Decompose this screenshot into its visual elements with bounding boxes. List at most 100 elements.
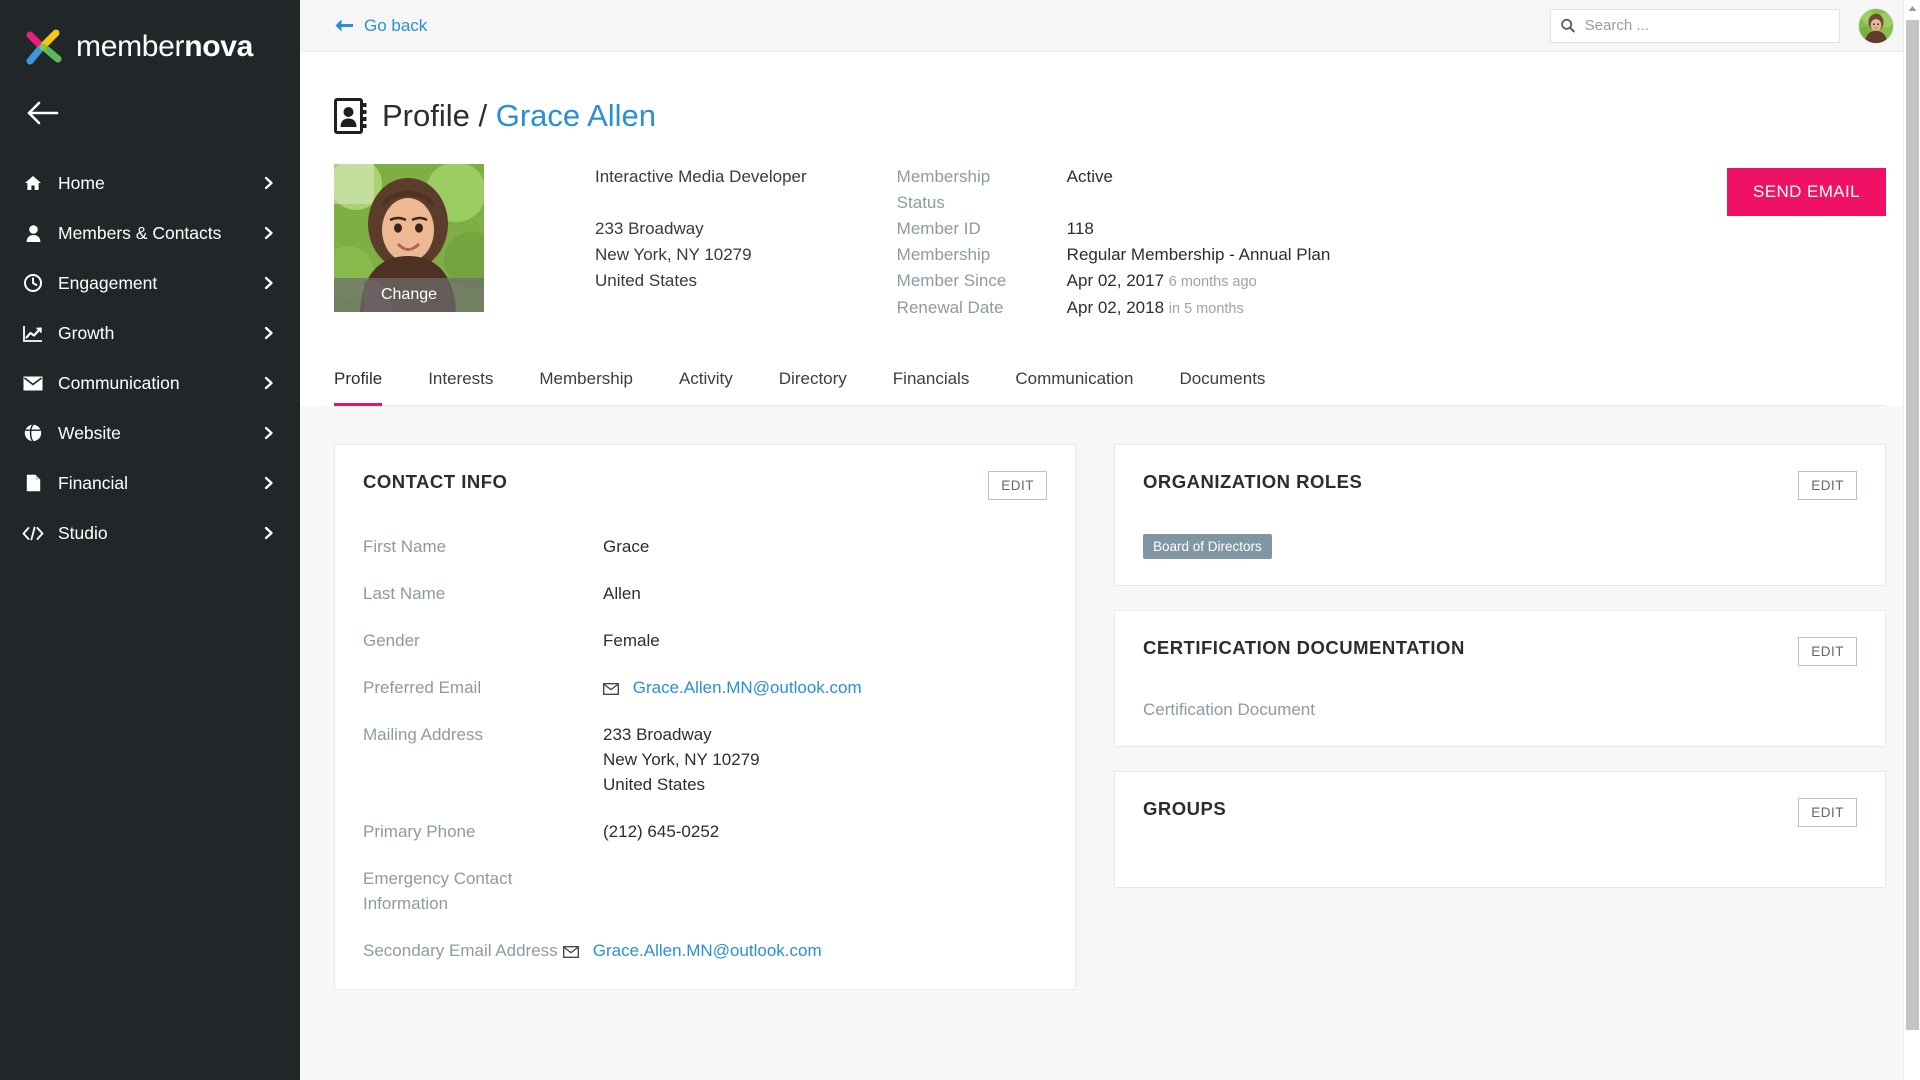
sidebar-item-growth[interactable]: Growth xyxy=(0,308,300,358)
field-secondary-email: Secondary Email Address Grace.Allen.MN@o… xyxy=(363,938,1047,963)
edit-groups-button[interactable]: EDIT xyxy=(1798,798,1857,827)
renewal-date-value: Apr 02, 2018 xyxy=(1066,298,1165,317)
field-value: Grace.Allen.MN@outlook.com xyxy=(603,675,862,700)
field-label: Secondary Email Address xyxy=(363,941,558,960)
sidebar-item-label: Studio xyxy=(58,522,108,543)
profile-photo[interactable]: Change xyxy=(334,164,484,312)
sidebar: membernova Home Members & Contacts Engag… xyxy=(0,0,300,1080)
brand-name-bold: nova xyxy=(184,30,254,63)
globe-icon xyxy=(20,423,46,443)
certification-body: Certification Document xyxy=(1115,666,1885,746)
sidebar-item-label: Growth xyxy=(58,322,115,343)
right-column: ORGANIZATION ROLES EDIT Board of Directo… xyxy=(1114,444,1886,1014)
groups-card: GROUPS EDIT xyxy=(1114,771,1886,888)
secondary-email-link[interactable]: Grace.Allen.MN@outlook.com xyxy=(593,941,822,960)
tab-activity[interactable]: Activity xyxy=(679,369,733,406)
member-since-note: 6 months ago xyxy=(1168,274,1257,290)
sidebar-collapse-button[interactable] xyxy=(0,72,300,144)
field-gender: Gender Female xyxy=(363,628,1047,653)
meta-key-membership-status: Membership Status xyxy=(896,167,991,212)
chevron-right-icon xyxy=(264,176,273,190)
left-column: CONTACT INFO EDIT First Name Grace Last … xyxy=(334,444,1076,1014)
topbar: Go back xyxy=(300,0,1920,52)
scroll-up-button[interactable] xyxy=(1904,0,1920,17)
avatar-image xyxy=(1859,8,1893,43)
chevron-right-icon xyxy=(264,376,273,390)
field-value: Female xyxy=(603,631,660,650)
sidebar-item-label: Members & Contacts xyxy=(58,222,222,243)
field-emergency-contact: Emergency Contact Information xyxy=(363,866,1047,916)
sidebar-item-website[interactable]: Website xyxy=(0,408,300,458)
renewal-date-note: in 5 months xyxy=(1168,301,1244,317)
field-label: First Name xyxy=(363,537,447,556)
tab-profile[interactable]: Profile xyxy=(334,369,383,406)
meta-value-membership: Regular Membership - Annual Plan xyxy=(1066,245,1331,264)
groups-header: GROUPS EDIT xyxy=(1115,772,1885,827)
groups-body xyxy=(1115,827,1885,887)
chevron-right-icon xyxy=(264,476,273,490)
field-primary-phone: Primary Phone (212) 645-0252 xyxy=(363,819,1047,844)
change-photo-button[interactable]: Change xyxy=(334,278,484,312)
go-back-link[interactable]: Go back xyxy=(334,16,427,36)
sidebar-item-financial[interactable]: Financial xyxy=(0,458,300,508)
tab-membership[interactable]: Membership xyxy=(539,369,633,406)
sidebar-item-label: Home xyxy=(58,172,105,193)
field-value: Grace xyxy=(603,537,650,556)
certification-header: CERTIFICATION DOCUMENTATION EDIT xyxy=(1115,611,1885,666)
sidebar-item-label: Website xyxy=(58,422,121,443)
meta-value-renewal-date: Apr 02, 2018 in 5 months xyxy=(1067,295,1331,322)
meta-value-member-id: 118 xyxy=(1066,219,1094,238)
envelope-icon xyxy=(20,373,46,393)
sidebar-item-home[interactable]: Home xyxy=(0,158,300,208)
sidebar-item-members-contacts[interactable]: Members & Contacts xyxy=(0,208,300,258)
page-title-prefix: Profile xyxy=(382,98,470,133)
chevron-right-icon xyxy=(264,276,273,290)
job-title: Interactive Media Developer xyxy=(595,167,807,186)
tab-directory[interactable]: Directory xyxy=(779,369,847,406)
cards-area: CONTACT INFO EDIT First Name Grace Last … xyxy=(300,406,1920,1014)
contact-card-icon xyxy=(334,98,367,134)
page-title-name[interactable]: Grace Allen xyxy=(496,98,656,133)
address-line-3: United States xyxy=(595,271,698,290)
send-email-button[interactable]: SEND EMAIL xyxy=(1727,168,1886,216)
tab-communication[interactable]: Communication xyxy=(1015,369,1133,406)
edit-organization-roles-button[interactable]: EDIT xyxy=(1798,471,1857,500)
topbar-right xyxy=(1550,7,1894,44)
code-icon xyxy=(20,523,46,543)
role-tag[interactable]: Board of Directors xyxy=(1143,534,1272,559)
meta-key-member-id: Member ID xyxy=(896,219,981,238)
organization-roles-header: ORGANIZATION ROLES EDIT xyxy=(1115,445,1885,500)
edit-contact-info-button[interactable]: EDIT xyxy=(988,471,1047,500)
sidebar-item-engagement[interactable]: Engagement xyxy=(0,258,300,308)
go-back-label: Go back xyxy=(364,15,428,35)
contact-info-card: CONTACT INFO EDIT First Name Grace Last … xyxy=(334,444,1076,990)
sidebar-item-label: Communication xyxy=(58,372,180,393)
field-value: 233 Broadway New York, NY 10279 United S… xyxy=(603,725,760,794)
search-input[interactable] xyxy=(1584,17,1829,34)
scrollbar-thumb[interactable] xyxy=(1906,20,1919,1030)
profile-section: Profile / Grace Allen Change Interactive… xyxy=(300,52,1920,406)
main-content: Go back Search ... Profile / Grace Allen… xyxy=(300,0,1920,1080)
field-label: Mailing Address xyxy=(363,725,484,744)
page-title-separator: / xyxy=(478,98,488,133)
chevron-right-icon xyxy=(264,326,273,340)
tab-documents[interactable]: Documents xyxy=(1179,369,1265,406)
edit-certification-button[interactable]: EDIT xyxy=(1798,637,1857,666)
tab-financials[interactable]: Financials xyxy=(893,369,970,406)
groups-title: GROUPS xyxy=(1143,798,1227,819)
page-scrollbar[interactable] xyxy=(1903,0,1920,1080)
search-box[interactable] xyxy=(1550,8,1840,43)
user-icon xyxy=(20,223,46,243)
certification-title: CERTIFICATION DOCUMENTATION xyxy=(1143,637,1465,658)
user-avatar[interactable] xyxy=(1858,7,1894,44)
sidebar-item-communication[interactable]: Communication xyxy=(0,358,300,408)
contact-info-body: First Name Grace Last Name Allen Gender … xyxy=(335,500,1075,989)
brand-logo[interactable]: membernova xyxy=(0,0,300,72)
sidebar-item-studio[interactable]: Studio xyxy=(0,508,300,558)
tab-interests[interactable]: Interests xyxy=(428,369,493,406)
member-since-date: Apr 02, 2017 xyxy=(1066,271,1165,290)
preferred-email-link[interactable]: Grace.Allen.MN@outlook.com xyxy=(633,678,862,697)
field-label: Last Name xyxy=(363,584,446,603)
field-label: Preferred Email xyxy=(363,678,482,697)
contact-info-title: CONTACT INFO xyxy=(363,471,508,492)
